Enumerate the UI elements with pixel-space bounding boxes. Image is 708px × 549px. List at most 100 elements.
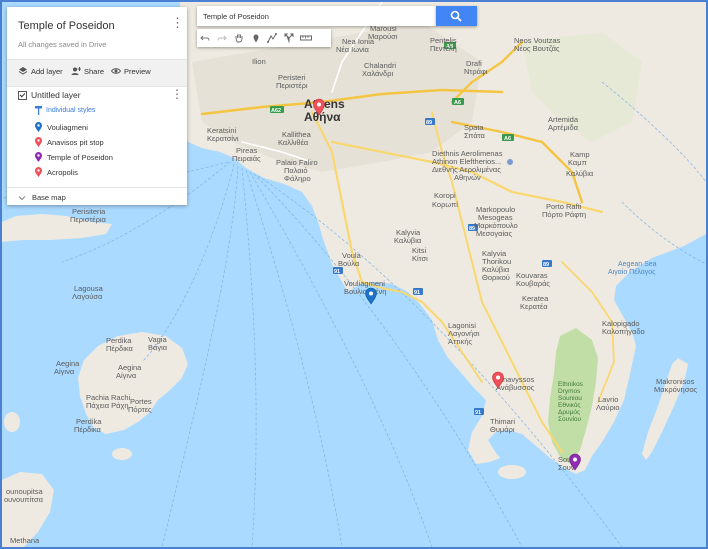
layers-icon	[18, 67, 28, 75]
layers-panel: Temple of Poseidon ⋮ All changes saved i…	[7, 7, 187, 205]
svg-text:91: 91	[334, 269, 340, 275]
svg-text:Κερατέα: Κερατέα	[520, 302, 548, 311]
svg-text:Αθηνών: Αθηνών	[454, 173, 481, 182]
share-button[interactable]: Share	[71, 66, 104, 76]
red-pin-icon	[35, 167, 42, 177]
draw-line-button[interactable]	[264, 29, 281, 47]
add-marker-button[interactable]	[247, 29, 264, 47]
individual-styles-link[interactable]: Individual styles	[35, 106, 95, 115]
svg-text:Βούλα: Βούλα	[338, 259, 360, 268]
svg-text:Πέρδικα: Πέρδικα	[106, 344, 134, 353]
svg-text:Κερατσίνι: Κερατσίνι	[207, 134, 239, 143]
island-small-3	[498, 465, 526, 479]
search-input[interactable]	[203, 9, 428, 23]
svg-text:Μεσογαίας: Μεσογαίας	[476, 229, 512, 238]
redo-button[interactable]	[214, 29, 231, 47]
svg-text:Souniou: Souniou	[558, 395, 582, 402]
draw-line-icon	[267, 33, 278, 43]
search-button[interactable]	[436, 6, 477, 26]
svg-text:Πειραιάς: Πειραιάς	[232, 154, 261, 163]
layer-header: Untitled layer	[18, 90, 81, 100]
svg-text:Πεντέλη: Πεντέλη	[430, 44, 457, 53]
svg-text:Aegean Sea: Aegean Sea	[618, 261, 657, 268]
panel-divider	[7, 187, 187, 188]
svg-text:Αίγινα: Αίγινα	[116, 371, 137, 380]
svg-text:89: 89	[543, 262, 549, 268]
place-item-anavisos-pit-stop[interactable]: Anavisos pit stop	[35, 137, 104, 147]
map-frame: A8 A6 A6 A62 89 91 91 89 89 91 Marousi Μ…	[0, 0, 708, 549]
directions-button[interactable]	[281, 29, 298, 47]
preview-button[interactable]: Preview	[111, 66, 151, 76]
svg-text:Εθνικός: Εθνικός	[558, 401, 581, 409]
svg-text:Πέρδικα: Πέρδικα	[74, 425, 102, 434]
svg-text:Θορικού: Θορικού	[482, 273, 510, 282]
undo-button[interactable]	[197, 29, 214, 47]
svg-text:Χαλάνδρι: Χαλάνδρι	[362, 69, 394, 78]
svg-text:Καλύβια: Καλύβια	[566, 169, 594, 178]
add-layer-label: Add layer	[31, 66, 63, 76]
svg-text:Πάχεια Ράχη: Πάχεια Ράχη	[86, 401, 129, 410]
directions-icon	[284, 33, 294, 43]
svg-text:Θυμάρι: Θυμάρι	[490, 425, 515, 434]
place-label: Vouliagmeni	[47, 122, 88, 132]
hand-icon	[235, 34, 243, 43]
svg-text:Περιστέρια: Περιστέρια	[70, 215, 107, 224]
svg-text:Ντράφι: Ντράφι	[464, 67, 488, 76]
svg-text:Δρυμός: Δρυμός	[558, 408, 580, 416]
svg-text:Καμπ: Καμπ	[568, 158, 587, 167]
svg-text:Περιστέρι: Περιστέρι	[276, 81, 308, 90]
svg-text:Ανάβυσσος: Ανάβυσσος	[496, 383, 535, 392]
svg-text:Κορωπί: Κορωπί	[432, 200, 458, 209]
undo-icon	[200, 35, 210, 41]
redo-icon	[217, 35, 227, 41]
svg-text:Ilion: Ilion	[252, 57, 266, 66]
island-small-1	[4, 412, 20, 432]
svg-text:Λαύριο: Λαύριο	[596, 403, 620, 412]
layer-name[interactable]: Untitled layer	[31, 90, 81, 100]
svg-text:Κίτσι: Κίτσι	[412, 254, 428, 263]
ruler-icon	[299, 35, 312, 41]
svg-text:Σπάτα: Σπάτα	[464, 131, 486, 140]
marker-icon	[253, 34, 259, 43]
place-item-vouliagmeni[interactable]: Vouliagmeni	[35, 122, 88, 132]
layer-visibility-checkbox[interactable]	[18, 90, 27, 100]
svg-text:Πόρτες: Πόρτες	[128, 405, 152, 414]
svg-text:Αττικής: Αττικής	[448, 337, 473, 346]
add-layer-button[interactable]: Add layer	[18, 66, 63, 76]
base-map-item[interactable]: Base map	[18, 193, 66, 202]
svg-text:Αθήνα: Αθήνα	[304, 110, 341, 124]
individual-styles-label: Individual styles	[46, 107, 96, 114]
purple-pin-icon	[35, 152, 42, 162]
airport-icon	[507, 159, 513, 165]
place-item-temple-of-poseidon[interactable]: Temple of Poseidon	[35, 152, 113, 162]
place-item-acropolis[interactable]: Acropolis	[35, 167, 78, 177]
svg-text:Methana: Methana	[10, 536, 40, 545]
base-map-label: Base map	[32, 193, 66, 202]
place-label: Acropolis	[47, 167, 78, 177]
svg-text:Νέα Ιωνία: Νέα Ιωνία	[336, 45, 370, 54]
svg-text:Φάληρο: Φάληρο	[284, 174, 311, 183]
eye-icon	[111, 68, 121, 74]
svg-text:A6: A6	[454, 100, 461, 106]
svg-text:89: 89	[426, 120, 432, 126]
svg-text:Καλλιθέα: Καλλιθέα	[278, 138, 309, 147]
panel-toolbar: Add layer Share Preview	[7, 59, 187, 87]
map-options-icon[interactable]: ⋮	[171, 16, 184, 29]
layer-options-icon[interactable]: ⋮	[171, 87, 183, 101]
select-button[interactable]	[231, 29, 248, 47]
search-icon	[450, 10, 462, 22]
svg-text:Καλοπήγαδο: Καλοπήγαδο	[602, 327, 645, 336]
svg-text:Καλύβια: Καλύβια	[394, 236, 422, 245]
svg-text:Αρτέμιδα: Αρτέμιδα	[548, 123, 579, 132]
svg-text:A6: A6	[504, 136, 511, 142]
svg-text:Drymos: Drymos	[558, 388, 581, 395]
svg-text:Ethnikos: Ethnikos	[558, 381, 584, 388]
expand-arrow-icon[interactable]	[18, 194, 26, 202]
measure-button[interactable]	[298, 29, 315, 47]
svg-text:Koropi: Koropi	[434, 191, 456, 200]
svg-text:Πόρτο Ράφτη: Πόρτο Ράφτη	[542, 210, 586, 219]
svg-text:Αιγαίο Πέλαγος: Αιγαίο Πέλαγος	[608, 268, 656, 276]
island-small-2	[112, 448, 132, 460]
map-title[interactable]: Temple of Poseidon	[18, 20, 115, 32]
svg-text:Αίγινα: Αίγινα	[54, 367, 75, 376]
